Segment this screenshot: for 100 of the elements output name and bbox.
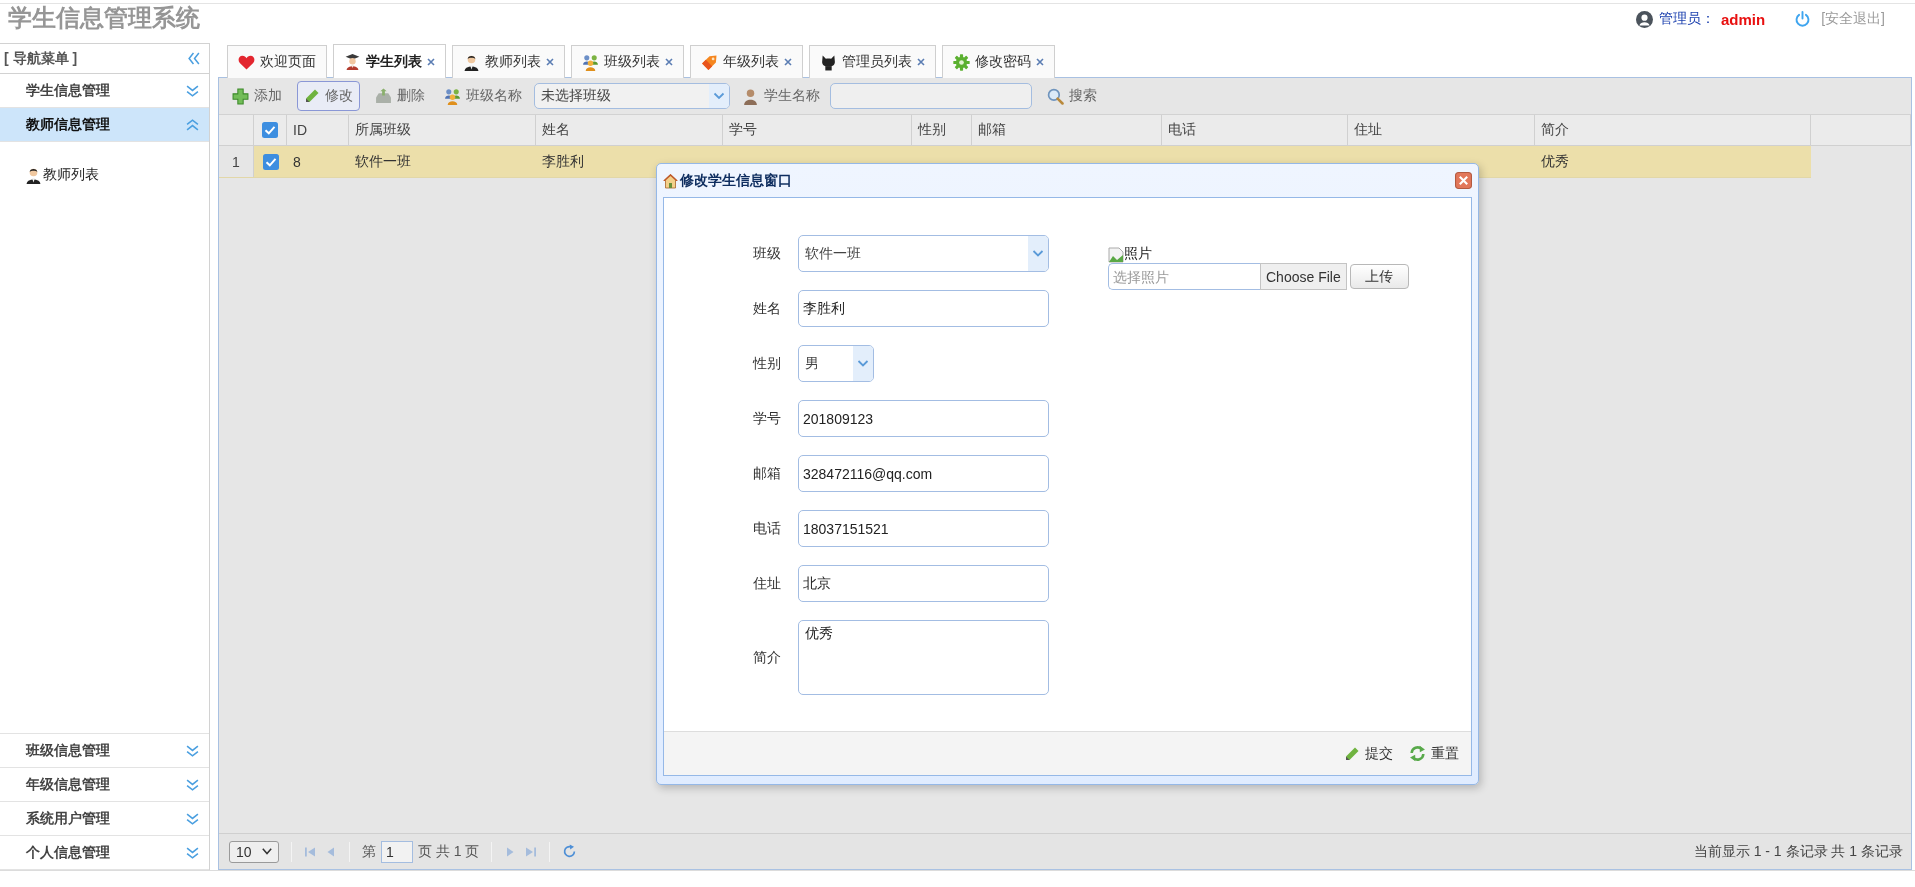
refresh-icon[interactable]: [562, 844, 578, 859]
page-size-select[interactable]: 10: [229, 840, 279, 863]
toolbar-button[interactable]: 删除: [368, 81, 432, 111]
column-header[interactable]: ID: [287, 115, 349, 145]
page-label: 第: [362, 842, 376, 861]
input-field[interactable]: 李胜利: [798, 290, 1049, 327]
cat-icon: [820, 53, 837, 71]
tab[interactable]: 年级列表: [690, 45, 803, 78]
field-label: 姓名: [752, 299, 782, 318]
input-field[interactable]: 北京: [798, 565, 1049, 602]
input-field[interactable]: [830, 83, 1032, 109]
table-cell-text: 李胜利: [541, 151, 585, 171]
tab[interactable]: 教师列表: [452, 45, 565, 78]
person-icon: [742, 87, 759, 105]
field-label: 邮箱: [752, 464, 782, 483]
filter-label: 班级名称: [466, 87, 522, 105]
class-select[interactable]: 未选择班级: [534, 83, 730, 109]
checkbox[interactable]: [262, 122, 278, 138]
file-path-field[interactable]: 选择照片: [1108, 263, 1260, 290]
people-icon: [444, 87, 461, 105]
pencil-icon: [1344, 745, 1360, 762]
checkbox[interactable]: [262, 153, 279, 170]
tab[interactable]: 管理员列表: [809, 45, 936, 78]
column-header[interactable]: 学号: [723, 115, 912, 145]
table-cell-text: 优秀: [1540, 151, 1570, 171]
refresh-icon: [1409, 745, 1426, 762]
field-label: 性别: [751, 354, 782, 373]
close-button[interactable]: [1455, 172, 1472, 189]
field-label: 住址: [752, 574, 782, 593]
column-header[interactable]: 姓名: [536, 115, 723, 145]
chevron-down-icon: [853, 346, 873, 381]
tab[interactable]: 欢迎页面: [227, 45, 327, 78]
nav-item[interactable]: 教师列表: [25, 166, 99, 184]
choose-file-button[interactable]: Choose File: [1260, 263, 1347, 290]
power-icon: [1795, 11, 1811, 27]
pencil-icon: [304, 88, 320, 104]
app-title: 学生信息管理系统: [8, 4, 200, 32]
column-header[interactable]: 性别: [912, 115, 972, 145]
plus-icon: [232, 87, 249, 105]
input-field[interactable]: 201809123: [798, 400, 1049, 437]
toolbar-button[interactable]: 修改: [297, 81, 360, 111]
toolbar-button[interactable]: 搜索: [1040, 81, 1104, 111]
toolbar-button[interactable]: 添加: [225, 81, 289, 111]
double-chevron-left-icon[interactable]: [188, 52, 200, 65]
column-header[interactable]: 住址: [1348, 115, 1535, 145]
double-chevron-up-icon: [186, 118, 199, 131]
input-field[interactable]: 328472116@qq.com: [798, 455, 1049, 492]
filter-label: 学生名称: [764, 87, 820, 105]
close-icon[interactable]: [784, 58, 792, 66]
input-field[interactable]: 18037151521: [798, 510, 1049, 547]
field-label: 电话: [752, 519, 782, 538]
double-chevron-down-icon: [186, 778, 199, 791]
tray-icon: [375, 87, 392, 105]
reset-button[interactable]: 重置: [1407, 739, 1461, 768]
page-count: 页 共 1 页: [418, 842, 480, 861]
user-icon: [1636, 10, 1654, 28]
textarea-field[interactable]: 优秀: [798, 620, 1049, 695]
table-cell-text: 软件一班: [354, 151, 412, 171]
image-alt-text: 照片: [1124, 245, 1152, 263]
select-field[interactable]: 软件一班: [798, 235, 1049, 272]
double-chevron-down-icon: [186, 744, 199, 757]
close-icon[interactable]: [546, 58, 554, 66]
chevron-down-icon: [709, 84, 729, 108]
person-icon: [463, 53, 480, 71]
close-icon[interactable]: [917, 58, 925, 66]
column-header[interactable]: 邮箱: [972, 115, 1162, 145]
column-header[interactable]: 所属班级: [349, 115, 536, 145]
accordion-header[interactable]: 教师信息管理: [0, 108, 209, 142]
close-icon[interactable]: [1036, 58, 1044, 66]
submit-button[interactable]: 提交: [1342, 739, 1395, 768]
sidebar-title: [ 导航菜单 ]: [4, 49, 78, 68]
tab[interactable]: 班级列表: [571, 45, 684, 78]
people-icon: [582, 53, 599, 71]
search-icon: [1047, 87, 1064, 105]
tab[interactable]: 学生列表: [333, 44, 446, 78]
user-label: 管理员：: [1659, 10, 1716, 28]
table-cell-text: 8: [292, 152, 302, 172]
person-icon: [25, 166, 42, 184]
tag-icon: [701, 53, 718, 71]
gear-icon: [953, 53, 970, 71]
select-field[interactable]: 男: [798, 345, 874, 382]
pager-summary: 当前显示 1 - 1 条记录 共 1 条记录: [1693, 842, 1903, 861]
field-label: 简介: [752, 648, 782, 667]
double-chevron-down-icon: [186, 812, 199, 825]
close-icon[interactable]: [665, 58, 673, 66]
field-label: 学号: [752, 409, 782, 428]
double-chevron-down-icon: [186, 84, 199, 97]
broken-image-icon: [1108, 247, 1124, 263]
home-icon: [662, 172, 679, 189]
tab[interactable]: 修改密码: [942, 45, 1055, 78]
chevron-down-icon: [1028, 236, 1048, 271]
graduate-icon: [344, 53, 361, 70]
column-header[interactable]: 电话: [1162, 115, 1348, 145]
column-header[interactable]: 简介: [1535, 115, 1811, 145]
row-number: 1: [219, 146, 254, 177]
field-label: 班级: [752, 244, 782, 263]
page-input[interactable]: 1: [381, 840, 413, 863]
upload-button[interactable]: 上传: [1349, 264, 1409, 289]
close-icon[interactable]: [427, 57, 435, 66]
heart-icon: [238, 54, 255, 70]
